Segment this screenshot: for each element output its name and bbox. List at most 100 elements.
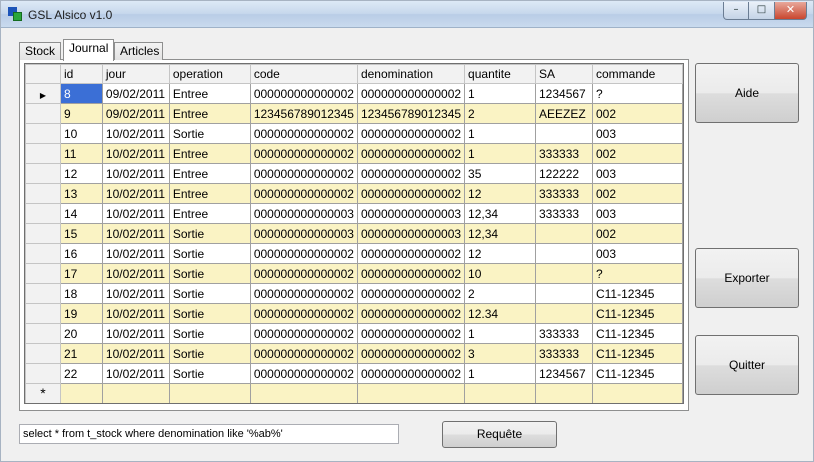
cell-jour[interactable]: 10/02/2011 (101, 183, 170, 204)
cell-sa[interactable]: 122222 (535, 163, 593, 184)
table-row[interactable]: 19 10/02/2011 Sortie 000000000000002 0000000… (25, 303, 683, 324)
cell-id[interactable]: 12 (59, 163, 103, 184)
cell-id[interactable]: 18 (59, 283, 103, 304)
cell-code[interactable]: 000000000000002 (249, 363, 358, 384)
new-row-cell[interactable] (249, 383, 358, 403)
cell-sa[interactable]: AEEZEZ (535, 103, 593, 124)
cell-commande[interactable]: C11-12345 (591, 343, 683, 364)
table-row[interactable]: 21 10/02/2011 Sortie 000000000000002 0000000… (25, 343, 683, 364)
cell-commande[interactable]: 003 (591, 243, 683, 264)
cell-id[interactable]: 13 (59, 183, 103, 204)
cell-sa[interactable]: 333333 (535, 203, 593, 224)
cell-id[interactable]: 10 (59, 123, 103, 144)
cell-sa[interactable]: 333333 (535, 143, 593, 164)
cell-code[interactable]: 123456789012345 (249, 103, 358, 124)
cell-sa[interactable] (535, 283, 593, 304)
cell-denomination[interactable]: 000000000000002 (356, 83, 466, 104)
new-row-cell[interactable] (591, 383, 683, 403)
cell-quantite[interactable]: 2 (464, 283, 536, 304)
cell-quantite[interactable]: 35 (464, 163, 536, 184)
cell-operation[interactable]: Sortie (168, 223, 251, 244)
column-header[interactable]: code (249, 64, 358, 84)
table-row[interactable]: 22 10/02/2011 Sortie 000000000000002 0000000… (25, 363, 683, 384)
cell-jour[interactable]: 09/02/2011 (101, 83, 170, 104)
cell-sa[interactable]: 333333 (535, 323, 593, 344)
row-header-cell[interactable] (25, 323, 61, 344)
cell-quantite[interactable]: 12,34 (464, 223, 536, 244)
row-header-cell[interactable] (25, 343, 61, 364)
cell-denomination[interactable]: 000000000000002 (356, 183, 466, 204)
cell-code[interactable]: 000000000000002 (249, 243, 358, 264)
table-row[interactable]: 17 10/02/2011 Sortie 000000000000002 0000000… (25, 263, 683, 284)
cell-operation[interactable]: Entree (168, 83, 251, 104)
tab-articles[interactable]: Articles (114, 42, 163, 60)
column-header[interactable]: SA (535, 64, 593, 84)
cell-commande[interactable]: 003 (591, 123, 683, 144)
help-button[interactable]: Aide (695, 63, 799, 123)
cell-denomination[interactable]: 000000000000002 (356, 303, 466, 324)
cell-commande[interactable]: 003 (591, 163, 683, 184)
row-header-cell[interactable] (25, 223, 61, 244)
cell-quantite[interactable]: 1 (464, 363, 536, 384)
cell-operation[interactable]: Entree (168, 183, 251, 204)
cell-denomination[interactable]: 000000000000002 (356, 363, 466, 384)
cell-operation[interactable]: Sortie (168, 303, 251, 324)
cell-code[interactable]: 000000000000002 (249, 123, 358, 144)
cell-sa[interactable] (535, 303, 593, 324)
cell-commande[interactable]: C11-12345 (591, 303, 683, 324)
table-row[interactable]: 12 10/02/2011 Entree 000000000000002 0000000… (25, 163, 683, 184)
cell-code[interactable]: 000000000000003 (249, 223, 358, 244)
cell-quantite[interactable]: 1 (464, 323, 536, 344)
cell-operation[interactable]: Entree (168, 163, 251, 184)
row-header-cell[interactable] (25, 203, 61, 224)
row-header-cell[interactable] (25, 363, 61, 384)
table-row[interactable]: 14 10/02/2011 Entree 000000000000003 0000000… (25, 203, 683, 224)
cell-quantite[interactable]: 12 (464, 183, 536, 204)
cell-code[interactable]: 000000000000002 (249, 263, 358, 284)
row-header-cell[interactable]: ▶ (25, 83, 61, 104)
column-header[interactable]: quantite (464, 64, 536, 84)
row-header-cell[interactable] (25, 183, 61, 204)
cell-jour[interactable]: 10/02/2011 (101, 163, 170, 184)
column-header[interactable]: jour (101, 64, 170, 84)
cell-sa[interactable] (535, 243, 593, 264)
corner-header-cell[interactable] (25, 64, 61, 84)
table-row[interactable]: 20 10/02/2011 Sortie 000000000000002 0000000… (25, 323, 683, 344)
cell-denomination[interactable]: 123456789012345 (356, 103, 466, 124)
cell-operation[interactable]: Entree (168, 143, 251, 164)
table-row[interactable]: 16 10/02/2011 Sortie 000000000000002 0000000… (25, 243, 683, 264)
cell-operation[interactable]: Sortie (168, 323, 251, 344)
cell-commande[interactable]: 002 (591, 143, 683, 164)
cell-operation[interactable]: Sortie (168, 123, 251, 144)
cell-id[interactable]: 20 (59, 323, 103, 344)
cell-commande[interactable]: C11-12345 (591, 323, 683, 344)
cell-quantite[interactable]: 12.34 (464, 303, 536, 324)
new-row[interactable]: * (25, 383, 683, 403)
cell-operation[interactable]: Entree (168, 203, 251, 224)
cell-sa[interactable] (535, 223, 593, 244)
cell-operation[interactable]: Sortie (168, 263, 251, 284)
query-input[interactable] (19, 424, 399, 444)
maximize-button[interactable]: □ (749, 2, 775, 20)
cell-quantite[interactable]: 12,34 (464, 203, 536, 224)
cell-code[interactable]: 000000000000002 (249, 163, 358, 184)
cell-id[interactable]: 17 (59, 263, 103, 284)
row-header-cell[interactable] (25, 263, 61, 284)
column-header[interactable]: denomination (356, 64, 466, 84)
run-query-button[interactable]: Requête (442, 421, 557, 448)
row-header-cell[interactable]: * (25, 383, 61, 403)
table-row[interactable]: ▶ 8 09/02/2011 Entree 000000000000002 0000000… (25, 83, 683, 104)
cell-jour[interactable]: 10/02/2011 (101, 203, 170, 224)
table-row[interactable]: 11 10/02/2011 Entree 000000000000002 0000000… (25, 143, 683, 164)
cell-jour[interactable]: 10/02/2011 (101, 263, 170, 284)
cell-jour[interactable]: 10/02/2011 (101, 323, 170, 344)
cell-operation[interactable]: Entree (168, 103, 251, 124)
cell-id[interactable]: 11 (59, 143, 103, 164)
cell-commande[interactable]: 002 (591, 103, 683, 124)
cell-jour[interactable]: 10/02/2011 (101, 343, 170, 364)
cell-id[interactable]: 15 (59, 223, 103, 244)
cell-id[interactable]: 8 (59, 83, 103, 104)
row-header-cell[interactable] (25, 123, 61, 144)
new-row-cell[interactable] (168, 383, 251, 403)
cell-jour[interactable]: 10/02/2011 (101, 363, 170, 384)
